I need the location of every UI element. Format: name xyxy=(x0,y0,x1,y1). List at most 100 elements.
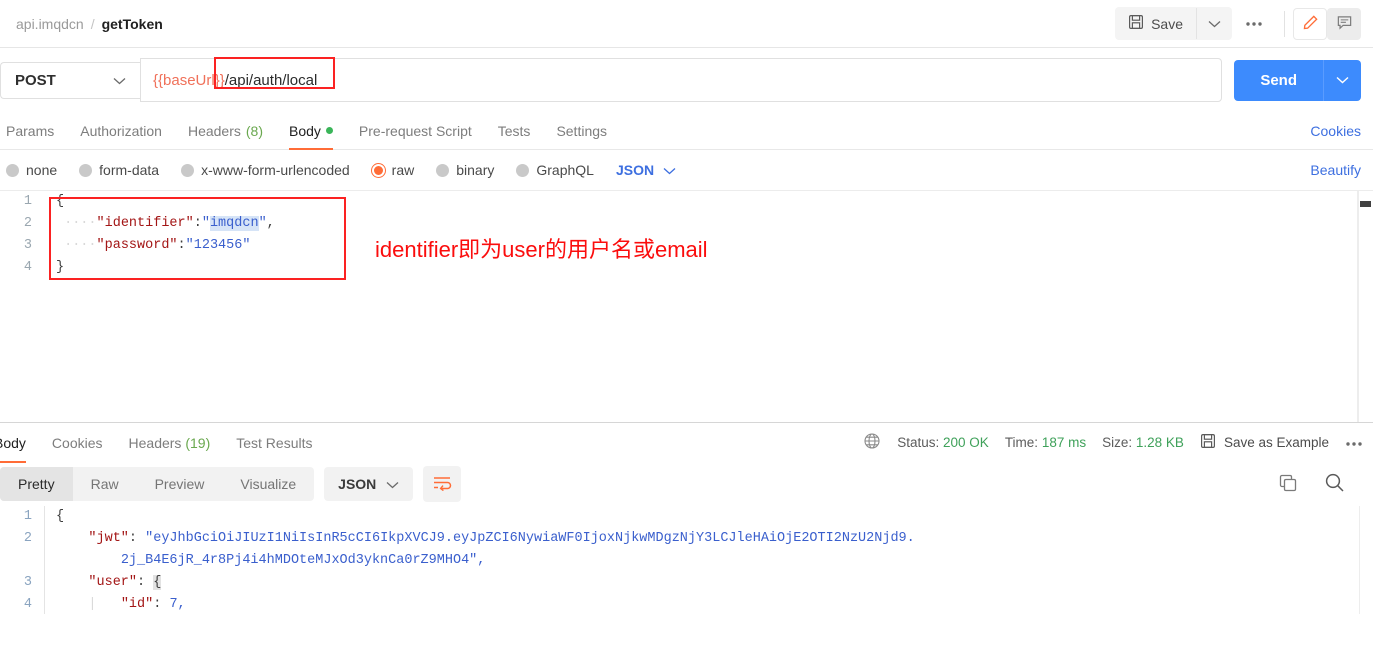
json-colon: : xyxy=(128,531,146,546)
response-body-code[interactable]: 1 { 2 "jwt": "eyJhbGciOiJIUzI1NiIsInR5cC… xyxy=(0,506,1373,614)
tab-authorization[interactable]: Authorization xyxy=(80,112,162,150)
beautify-link[interactable]: Beautify xyxy=(1310,162,1361,178)
body-type-binary-label: binary xyxy=(456,162,495,178)
response-status-group: Status: 200 OK Time: 187 ms Size: 1.28 K… xyxy=(863,432,1373,453)
send-button[interactable]: Send xyxy=(1234,60,1323,101)
response-tab-test-results[interactable]: Test Results xyxy=(236,423,312,463)
body-type-raw-label: raw xyxy=(391,162,415,178)
json-value-quote: " xyxy=(258,216,267,231)
line-number: 2 xyxy=(23,531,32,546)
json-value: 7, xyxy=(169,597,186,612)
json-brace: { xyxy=(153,575,162,590)
breadcrumb-collection[interactable]: api.imqdcn xyxy=(16,16,84,32)
body-type-graphql[interactable]: GraphQL xyxy=(516,162,594,178)
body-type-binary[interactable]: binary xyxy=(436,162,494,178)
line-number: 3 xyxy=(23,238,32,253)
search-icon[interactable] xyxy=(1324,472,1345,496)
save-dropdown-button[interactable] xyxy=(1196,8,1232,39)
save-as-example-button[interactable]: Save as Example xyxy=(1200,433,1329,452)
body-type-urlencoded[interactable]: x-www-form-urlencoded xyxy=(181,162,350,178)
json-colon: : xyxy=(193,216,202,231)
tab-authorization-label: Authorization xyxy=(80,122,162,139)
response-view-preview[interactable]: Preview xyxy=(137,467,223,501)
word-wrap-toggle-button[interactable] xyxy=(423,466,462,502)
chevron-down-icon xyxy=(663,162,676,178)
json-value: "eyJhbGciOiJIUzI1NiIsInR5cCI6IkpXVCJ9.ey… xyxy=(145,531,915,546)
breadcrumb-separator: / xyxy=(90,15,95,32)
line-content: { xyxy=(56,509,65,524)
line-content: } xyxy=(56,260,65,275)
url-variable-token: {{baseUrl}} xyxy=(153,71,225,89)
copy-button[interactable] xyxy=(1278,473,1298,496)
json-value-quote: " xyxy=(201,216,210,231)
cookies-link[interactable]: Cookies xyxy=(1310,123,1361,139)
line-content: { xyxy=(56,194,65,209)
tab-tests-label: Tests xyxy=(497,122,531,139)
radio-icon xyxy=(6,163,19,177)
response-scrollbar[interactable] xyxy=(1359,506,1373,614)
response-format-label: JSON xyxy=(338,476,377,492)
word-wrap-icon xyxy=(432,475,452,494)
url-bar-row: POST {{baseUrl}}/api/auth/local Send xyxy=(0,48,1373,112)
body-type-form-data[interactable]: form-data xyxy=(79,162,159,178)
response-view-visualize[interactable]: Visualize xyxy=(222,467,314,501)
body-format-selector[interactable]: JSON xyxy=(616,162,676,178)
response-tools xyxy=(1278,472,1363,496)
time-badge: Time: 187 ms xyxy=(1005,435,1086,450)
response-view-raw[interactable]: Raw xyxy=(73,467,137,501)
request-tab-bar: Params Authorization Headers (8) Body Pre… xyxy=(0,112,1373,150)
annotation-text: identifier即为user的用户名或email xyxy=(375,237,708,262)
size-label: Size: xyxy=(1102,435,1133,450)
code-line: 3 "user": { xyxy=(0,572,1373,594)
request-editor-scrollbar[interactable] xyxy=(1358,191,1373,422)
save-button-label: Save xyxy=(1151,15,1183,32)
json-colon: : xyxy=(137,575,154,590)
time-value: 187 ms xyxy=(1041,435,1087,450)
scrollbar-thumb[interactable] xyxy=(1360,201,1371,207)
tab-settings[interactable]: Settings xyxy=(556,112,607,150)
response-tab-headers[interactable]: Headers (19) xyxy=(129,423,211,463)
tab-pre-request-script-label: Pre-request Script xyxy=(358,122,472,139)
response-body-viewer[interactable]: 1 { 2 "jwt": "eyJhbGciOiJIUzI1NiIsInR5cC… xyxy=(0,506,1373,614)
request-more-options-button[interactable] xyxy=(1232,10,1276,38)
save-button[interactable]: Save xyxy=(1115,7,1196,40)
response-view-toolbar: Pretty Raw Preview Visualize JSON xyxy=(0,462,1373,506)
tab-settings-label: Settings xyxy=(556,122,608,139)
response-tab-body[interactable]: Body xyxy=(0,423,26,463)
json-colon: : xyxy=(153,597,170,612)
breadcrumb-request-name[interactable]: getToken xyxy=(102,16,163,32)
line-number: 1 xyxy=(23,194,32,209)
body-type-raw[interactable]: raw xyxy=(371,162,415,178)
line-number: 1 xyxy=(23,509,32,524)
url-input[interactable]: {{baseUrl}}/api/auth/local xyxy=(140,57,1223,102)
http-method-selector[interactable]: POST xyxy=(0,61,140,99)
response-format-selector[interactable]: JSON xyxy=(324,467,414,501)
tab-headers-count: (8) xyxy=(245,122,263,139)
response-more-options-button[interactable] xyxy=(1345,435,1363,450)
radio-icon xyxy=(79,163,93,177)
body-type-none[interactable]: none xyxy=(6,162,57,178)
floppy-disk-icon xyxy=(1128,14,1144,33)
json-comma: , xyxy=(266,216,275,231)
tab-headers-label: Headers xyxy=(187,122,241,139)
send-dropdown-button[interactable] xyxy=(1323,59,1361,101)
response-tab-bar: Body Cookies Headers (19) Test Results xyxy=(0,423,312,463)
request-body-editor[interactable]: 1 { 2 ····"identifier":"imqdcn", 3 ····"… xyxy=(0,190,1373,422)
json-colon: : xyxy=(177,238,186,253)
response-tab-headers-count: (19) xyxy=(185,434,211,451)
floppy-disk-icon xyxy=(1200,433,1216,452)
line-number: 2 xyxy=(23,216,32,231)
tab-tests[interactable]: Tests xyxy=(498,112,531,150)
response-tab-cookies[interactable]: Cookies xyxy=(52,423,103,463)
edit-pencil-button[interactable] xyxy=(1293,7,1327,40)
response-view-pretty[interactable]: Pretty xyxy=(0,467,73,501)
tab-params[interactable]: Params xyxy=(6,112,54,150)
tab-body[interactable]: Body xyxy=(289,112,333,150)
comments-button[interactable] xyxy=(1327,7,1361,40)
tab-body-label: Body xyxy=(289,122,321,139)
response-view-segmented-control: Pretty Raw Preview Visualize xyxy=(0,467,315,501)
json-key: "jwt" xyxy=(88,531,129,546)
response-tab-headers-label: Headers xyxy=(128,434,182,451)
tab-pre-request-script[interactable]: Pre-request Script xyxy=(359,112,472,150)
tab-headers[interactable]: Headers (8) xyxy=(188,112,263,150)
